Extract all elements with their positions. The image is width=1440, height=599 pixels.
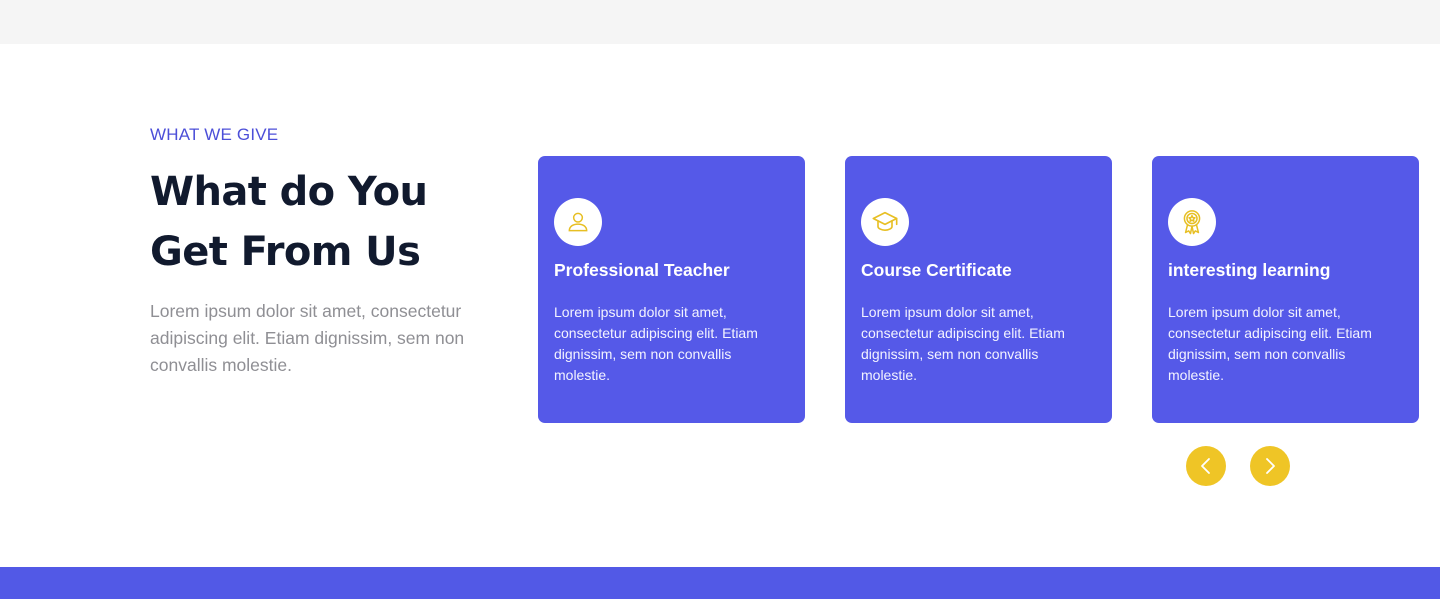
top-section-band bbox=[0, 0, 1440, 44]
card-title: Professional Teacher bbox=[554, 260, 730, 280]
chevron-left-icon bbox=[1201, 458, 1210, 474]
section-heading-line-1: What do You bbox=[150, 169, 428, 215]
section-intro: Lorem ipsum dolor sit amet, consectetur … bbox=[150, 301, 465, 375]
section-heading-line-2: Get From Us bbox=[150, 229, 421, 275]
card-title: Course Certificate bbox=[861, 260, 1012, 280]
card-text: Lorem ipsum dolor sit amet, consectetur … bbox=[554, 304, 758, 383]
feature-card-course-certificate: Course Certificate Lorem ipsum dolor sit… bbox=[845, 156, 1112, 423]
card-text: Lorem ipsum dolor sit amet, consectetur … bbox=[861, 304, 1065, 383]
feature-card-professional-teacher: Professional Teacher Lorem ipsum dolor s… bbox=[538, 156, 805, 423]
feature-card-interesting-learning: interesting learning Lorem ipsum dolor s… bbox=[1152, 156, 1419, 423]
carousel-prev-button[interactable] bbox=[1186, 446, 1226, 486]
bottom-section-band bbox=[0, 567, 1440, 599]
section-heading: What do You Get From Us bbox=[150, 162, 530, 282]
user-icon bbox=[554, 198, 602, 246]
graduation-cap-icon bbox=[861, 198, 909, 246]
card-text: Lorem ipsum dolor sit amet, consectetur … bbox=[1168, 304, 1372, 383]
card-title: interesting learning bbox=[1168, 260, 1331, 280]
chevron-right-icon bbox=[1266, 458, 1275, 474]
award-badge-icon bbox=[1168, 198, 1216, 246]
carousel-next-button[interactable] bbox=[1250, 446, 1290, 486]
section-eyebrow: WHAT WE GIVE bbox=[150, 125, 279, 144]
